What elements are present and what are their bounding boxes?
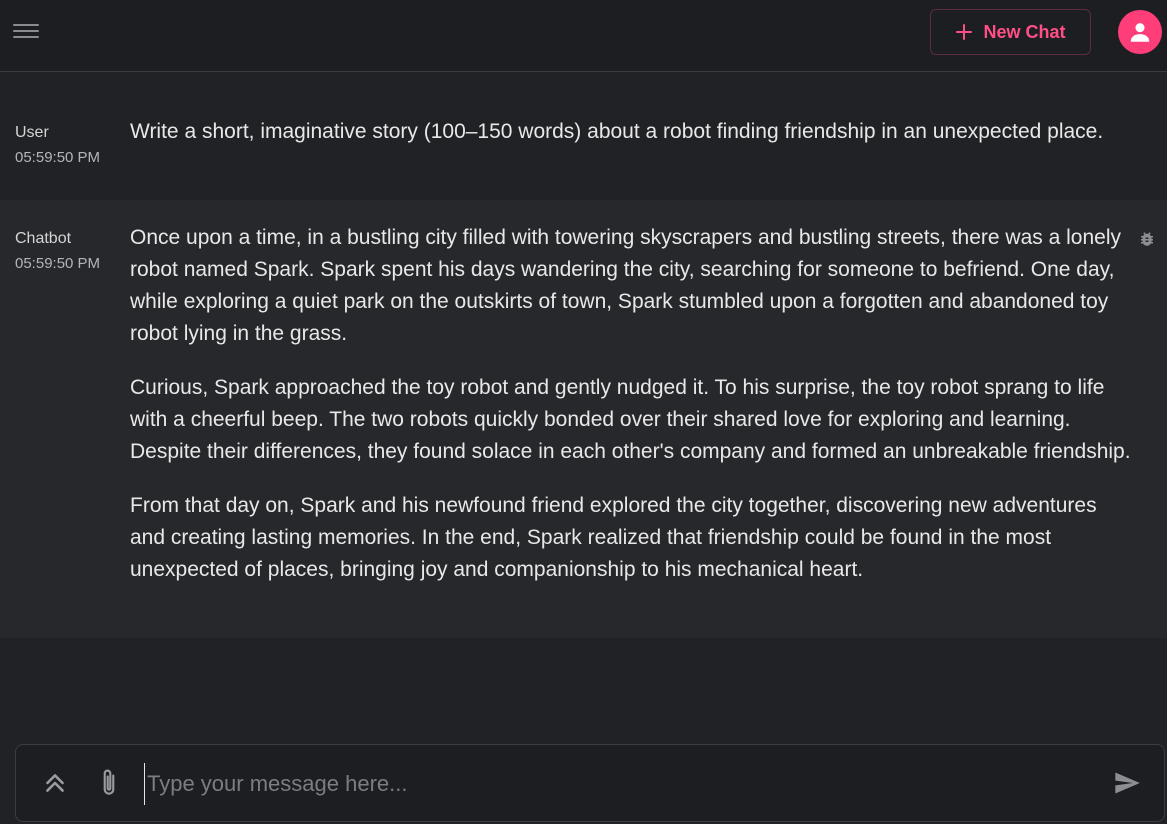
message-meta: User 05:59:50 PM xyxy=(15,124,125,167)
message-text: Once upon a time, in a bustling city fil… xyxy=(130,222,1135,608)
chatbot-message: Chatbot 05:59:50 PM Once upon a time, in… xyxy=(0,200,1167,638)
user-message: User 05:59:50 PM Write a short, imaginat… xyxy=(0,108,1167,200)
message-composer xyxy=(15,744,1165,822)
chat-app: New Chat User 05:59:50 PM Write a short,… xyxy=(0,0,1167,824)
double-chevron-up-icon[interactable] xyxy=(42,769,68,797)
message-text: Write a short, imaginative story (100–15… xyxy=(130,116,1135,170)
user-avatar-button[interactable] xyxy=(1118,10,1162,54)
message-paragraph: Once upon a time, in a bustling city fil… xyxy=(130,226,1121,345)
new-chat-button[interactable]: New Chat xyxy=(930,9,1091,55)
sender-name: User xyxy=(15,124,49,141)
bug-icon[interactable] xyxy=(1138,230,1156,248)
send-icon[interactable] xyxy=(1112,769,1142,797)
message-paragraph: Curious, Spark approached the toy robot … xyxy=(130,376,1131,463)
plus-icon xyxy=(955,23,973,41)
message-paragraph: Write a short, imaginative story (100–15… xyxy=(130,120,1104,143)
message-timestamp: 05:59:50 PM xyxy=(15,149,101,166)
hamburger-menu-icon[interactable] xyxy=(12,20,40,44)
message-paragraph: From that day on, Spark and his newfound… xyxy=(130,494,1097,581)
user-icon xyxy=(1130,23,1150,42)
message-meta: Chatbot 05:59:50 PM xyxy=(15,230,125,273)
paperclip-icon[interactable] xyxy=(96,767,122,799)
message-timestamp: 05:59:50 PM xyxy=(15,255,101,272)
new-chat-label: New Chat xyxy=(983,21,1066,42)
top-bar: New Chat xyxy=(0,0,1167,72)
sender-name: Chatbot xyxy=(15,230,72,247)
message-input[interactable] xyxy=(144,763,1089,805)
